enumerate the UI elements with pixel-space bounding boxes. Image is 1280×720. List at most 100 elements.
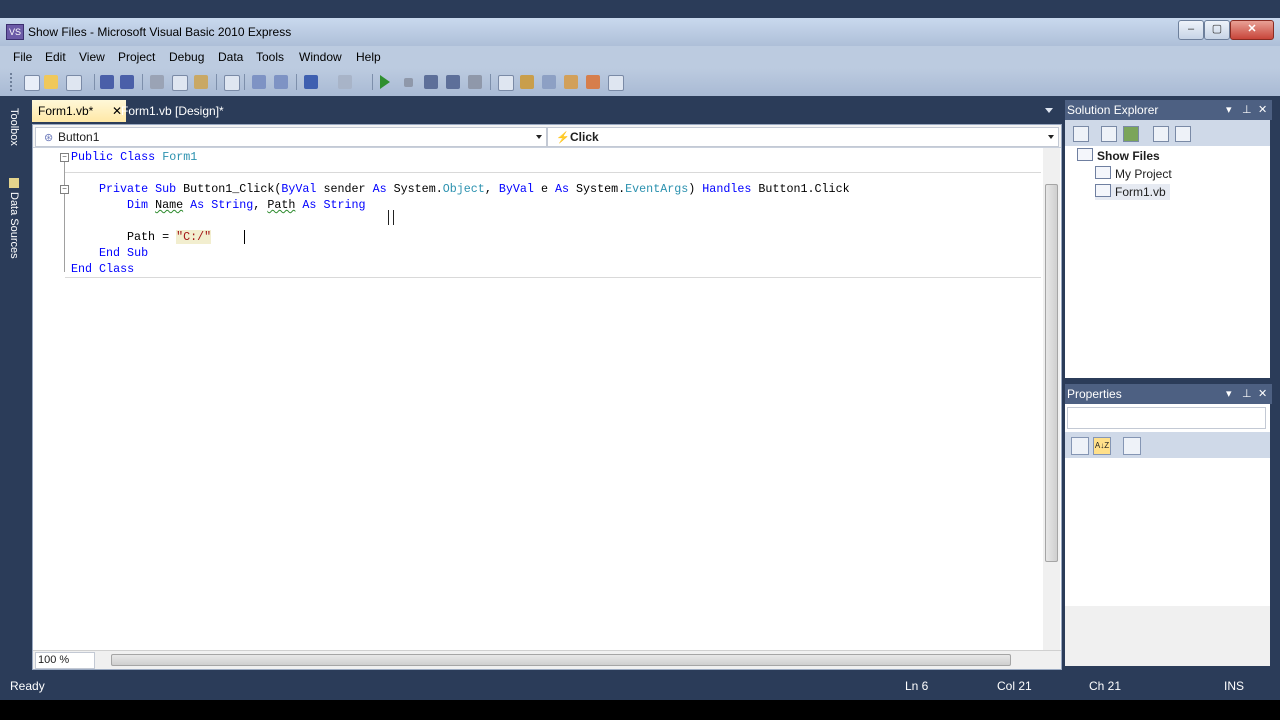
collapse-icon[interactable]: − [60,185,69,194]
vertical-scrollbar[interactable] [1043,148,1060,650]
status-insert-mode: INS [1224,679,1245,693]
left-tool-tabs: Toolbox Data Sources [0,96,30,670]
tab-form1-design[interactable]: Form1.vb [Design]* [121,100,224,122]
step-out-icon[interactable] [468,75,482,89]
stop-debugging-icon[interactable] [404,78,413,87]
navigation-bar: ⊛ Button1 ⚡Click [33,125,1061,148]
start-page-icon[interactable] [608,75,624,91]
paste-icon[interactable] [194,75,208,89]
toolbar-separator [216,74,217,90]
menu-help[interactable]: Help [356,50,381,64]
code-line-4: Dim Name As String, Path As String [127,198,366,212]
open-file-icon[interactable] [44,75,58,89]
chevron-down-icon[interactable] [536,135,542,139]
vertical-scroll-thumb[interactable] [1045,184,1058,562]
end-separator [65,277,1041,278]
event-combo[interactable]: ⚡Click [547,127,1059,147]
data-sources-tab[interactable]: Data Sources [8,178,20,259]
properties-header: Properties ▾ ⊥ ✕ [1065,384,1272,404]
properties-description [1065,606,1270,666]
properties-panel: A↓Z [1065,404,1270,606]
menu-debug[interactable]: Debug [169,50,204,64]
show-all-files-icon[interactable] [1101,126,1117,142]
toolbar-separator [372,74,373,90]
menu-tools[interactable]: Tools [256,50,284,64]
copy-icon[interactable] [172,75,188,91]
menu-project[interactable]: Project [118,50,155,64]
solution-explorer: Show Files My Project Form1.vb [1065,120,1270,378]
collapse-icon[interactable]: − [60,153,69,162]
menu-data[interactable]: Data [218,50,243,64]
menu-bar: File Edit View Project Debug Data Tools … [0,46,1280,68]
toolbar-separator [490,74,491,90]
minimize-button[interactable]: – [1178,20,1204,40]
maximize-button[interactable]: ▢ [1204,20,1230,40]
uncomment-icon[interactable] [274,75,288,89]
menu-window[interactable]: Window [299,50,342,64]
solution-node[interactable]: Show Files [1077,148,1160,164]
solution-explorer-toolbar [1065,120,1270,146]
object-browser-icon[interactable] [542,75,556,89]
document-list-dropdown-icon[interactable] [1045,108,1053,113]
toolbox-label: Toolbox [8,108,20,146]
find-icon[interactable] [224,75,240,91]
property-pages-icon[interactable] [1123,437,1141,455]
ide-window: VS Show Files - Microsoft Visual Basic 2… [0,0,1280,720]
refresh-icon[interactable] [1123,126,1139,142]
code-line-1: Public Class Form1 [71,150,198,164]
categorized-icon[interactable] [1071,437,1089,455]
close-icon[interactable]: ✕ [1258,384,1267,404]
properties-object-combo[interactable] [1067,407,1266,429]
properties-toolbar: A↓Z [1065,432,1270,458]
menu-edit[interactable]: Edit [45,50,66,64]
comment-icon[interactable] [252,75,266,89]
step-into-icon[interactable] [424,75,438,89]
alphabetical-icon[interactable]: A↓Z [1093,437,1111,455]
start-debugging-icon[interactable] [380,75,390,89]
zoom-combo[interactable]: 100 % [35,652,95,669]
redo-icon[interactable] [338,75,352,89]
close-button[interactable]: ✕ [1230,20,1274,40]
toolbox-tab[interactable]: Toolbox [8,108,20,146]
tab-form1-vb[interactable]: Form1.vb* ✕ [32,100,126,122]
error-list-icon[interactable] [586,75,600,89]
dropdown-icon[interactable]: ▾ [1226,384,1232,404]
tree-item-form1[interactable]: Form1.vb [1095,184,1170,200]
solution-explorer-icon[interactable] [498,75,514,91]
toolbar-grip[interactable] [10,73,15,91]
toolbar-separator [142,74,143,90]
horizontal-scroll-thumb[interactable] [111,654,1011,666]
dropdown-icon[interactable]: ▾ [1226,100,1232,120]
properties-icon[interactable] [1073,126,1089,142]
object-combo[interactable]: ⊛ Button1 [35,127,547,147]
code-line-6: Path = "C:/" [127,230,212,244]
menu-view[interactable]: View [79,50,105,64]
code-editor[interactable]: ⊛ Button1 ⚡Click − − Public Class Form1 P… [32,124,1062,670]
my-project-icon [1095,166,1111,179]
tree-item-my-project[interactable]: My Project [1095,166,1172,182]
undo-icon[interactable] [304,75,318,89]
view-code-icon[interactable] [1153,126,1169,142]
save-icon[interactable] [100,75,114,89]
chevron-down-icon[interactable] [1048,135,1054,139]
object-icon: ⊛ [44,132,54,144]
step-over-icon[interactable] [446,75,460,89]
data-sources-label: Data Sources [8,192,20,259]
toolbox-icon[interactable] [564,75,578,89]
menu-file[interactable]: File [13,50,32,64]
properties-window-icon[interactable] [520,75,534,89]
save-all-icon[interactable] [120,75,134,89]
add-item-icon[interactable] [66,75,82,91]
code-area[interactable]: − − Public Class Form1 Private Sub Butto… [33,148,1043,650]
outline-line [64,162,65,272]
view-designer-icon[interactable] [1175,126,1191,142]
object-combo-value: Button1 [58,130,100,144]
cut-icon[interactable] [150,75,164,89]
pin-icon[interactable]: ⊥ [1242,100,1252,120]
pin-icon[interactable]: ⊥ [1242,384,1252,404]
horizontal-scrollbar[interactable]: 100 % [33,650,1061,669]
standard-toolbar [0,68,1280,96]
close-icon[interactable]: ✕ [1258,100,1267,120]
new-project-icon[interactable] [24,75,40,91]
properties-title: Properties [1067,387,1122,401]
